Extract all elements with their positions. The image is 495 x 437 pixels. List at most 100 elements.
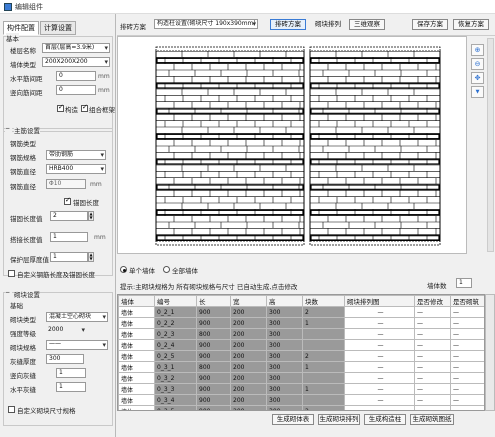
table-cell[interactable]: — xyxy=(450,394,484,406)
custom-rebar-checkbox[interactable] xyxy=(8,270,15,277)
custom-block-checkbox[interactable] xyxy=(8,406,15,413)
combo-frame-checkbox[interactable] xyxy=(81,103,88,112)
rebar-type-select[interactable]: 带肋钢筋 xyxy=(46,150,106,160)
table-cell[interactable]: — xyxy=(414,383,451,395)
restore-scheme-button[interactable]: 恢复方案 xyxy=(453,19,489,30)
table-cell: 300 xyxy=(266,306,303,318)
table-row[interactable]: 墙体 0_2_3 800 200 300— — — xyxy=(118,328,484,340)
save-scheme-button[interactable]: 保存方案 xyxy=(412,19,448,30)
v-spacing-input[interactable]: 0 xyxy=(56,85,96,95)
table-cell[interactable]: — xyxy=(414,350,451,362)
table-cell[interactable]: — xyxy=(450,372,484,384)
arrange-button[interactable]: 排砖方案 xyxy=(270,19,306,30)
cover-spinner[interactable]: ▲ ▼ xyxy=(88,252,94,262)
table-cell[interactable]: — xyxy=(450,383,484,395)
table-cell: 300 xyxy=(266,383,303,395)
block-type-label: 砌块类型 xyxy=(10,316,36,324)
block-collapse-icon[interactable]: − xyxy=(5,289,12,296)
table-scrollbar[interactable] xyxy=(485,294,495,411)
column-header[interactable]: 编号 xyxy=(154,295,197,307)
pan-icon[interactable]: ✥ xyxy=(471,72,484,84)
down-arrow-icon[interactable]: ▼ xyxy=(471,86,484,98)
table-cell: 200 xyxy=(230,372,267,384)
table-cell[interactable]: — xyxy=(414,306,451,318)
single-wall-label: 单个墙体 xyxy=(129,267,155,275)
table-cell[interactable]: — xyxy=(450,328,484,340)
table-row[interactable]: 墙体 0_2_1 900 200 300 2— — — xyxy=(118,306,484,318)
table-row[interactable]: 墙体 0_2_4 900 200 300— — — xyxy=(118,339,484,351)
anchor-len-input[interactable]: 2 xyxy=(50,211,88,221)
lap-len-input[interactable]: 1 xyxy=(50,232,88,242)
table-cell: 300 xyxy=(266,350,303,362)
column-header[interactable]: 宽 xyxy=(230,295,267,307)
tab-calc[interactable]: 计算设置 xyxy=(40,21,76,35)
canvas-scrollbar[interactable] xyxy=(487,38,494,252)
block-spec-label: 砌块规格 xyxy=(10,344,36,352)
h-joint-input[interactable]: 1 xyxy=(56,382,86,392)
table-cell[interactable]: — xyxy=(414,372,451,384)
construct-checkbox[interactable] xyxy=(57,103,64,112)
table-cell[interactable]: — xyxy=(414,339,451,351)
table-row[interactable]: 墙体 0_2_5 900 200 300 2— — — xyxy=(118,350,484,362)
table-cell[interactable]: — xyxy=(450,361,484,373)
column-header[interactable]: 长 xyxy=(196,295,231,307)
generate-table-button[interactable]: 生成砌体表 xyxy=(272,414,314,425)
table-cell[interactable]: — xyxy=(450,350,484,362)
h-spacing-input[interactable]: 0 xyxy=(56,71,96,81)
table-cell[interactable]: — xyxy=(414,394,451,406)
v-joint-input[interactable]: 1 xyxy=(56,368,86,378)
column-header[interactable]: 墙体 xyxy=(118,295,155,307)
block-spec-select[interactable]: 一一 xyxy=(46,340,108,350)
table-row[interactable]: 墙体 0_3_1 800 200 300 1— — — xyxy=(118,361,484,373)
table-cell: 墙体 xyxy=(118,328,155,340)
rebar-diameter-input[interactable]: Φ10 xyxy=(46,179,86,189)
table-row[interactable]: 墙体 0_3_4 900 200 300— — — xyxy=(118,394,484,406)
anchor-len-spinner[interactable]: ▲ ▼ xyxy=(88,211,94,221)
lap-len-unit: mm xyxy=(94,234,106,241)
column-header[interactable]: 是否砌筑 xyxy=(450,295,484,307)
basic-section-title: 基本 xyxy=(6,33,19,43)
table-row[interactable]: 墙体 0_2_2 900 200 300 1— — — xyxy=(118,317,484,329)
table-cell: 900 xyxy=(196,339,231,351)
app-icon xyxy=(4,3,12,11)
3d-view-button[interactable]: 三维观察 xyxy=(349,19,385,30)
all-walls-radio[interactable] xyxy=(163,266,170,273)
generate-column-button[interactable]: 生成构造柱 xyxy=(364,414,406,425)
table-cell: 墙体 xyxy=(118,372,155,384)
rebar-collapse-icon[interactable]: − xyxy=(5,125,12,132)
table-cell[interactable]: — xyxy=(414,361,451,373)
left-wall-base xyxy=(155,240,305,246)
table-cell: 0_3_2 xyxy=(154,372,197,384)
joint-input[interactable]: 300 xyxy=(46,354,84,364)
table-cell[interactable]: — xyxy=(414,317,451,329)
table-row[interactable]: 墙体 0_3_3 900 200 300 1— — — xyxy=(118,383,484,395)
block-type-select[interactable]: 混凝土空心砌块 xyxy=(46,312,108,322)
rebar-spec-select[interactable]: HRB400 xyxy=(46,164,106,174)
table-cell[interactable]: — xyxy=(450,317,484,329)
generate-layout-button[interactable]: 生成砌块排列 xyxy=(318,414,360,425)
wall-layout-canvas[interactable] xyxy=(117,36,467,254)
anchor-checkbox[interactable] xyxy=(64,196,71,205)
strength-select[interactable]: 2000 xyxy=(46,326,86,336)
single-wall-radio[interactable] xyxy=(120,266,127,273)
column-header[interactable]: 块数 xyxy=(302,295,345,307)
zoom-out-icon[interactable]: ⊖ xyxy=(471,58,484,70)
table-cell[interactable]: — xyxy=(450,306,484,318)
table-cell: 900 xyxy=(196,350,231,362)
column-header[interactable]: 是否修改 xyxy=(414,295,451,307)
table-cell[interactable]: — xyxy=(450,339,484,351)
table-cell: 0_2_4 xyxy=(154,339,197,351)
view-select[interactable]: 构造柱设置(砌块尺寸 190x390mm) xyxy=(154,19,258,29)
fix-button[interactable]: 砌块排列 xyxy=(310,19,346,30)
wall-type-select[interactable]: 200X200X200 xyxy=(42,57,110,67)
table-cell[interactable]: — xyxy=(414,328,451,340)
table-row[interactable]: 墙体 0_3_2 900 200 300— — — xyxy=(118,372,484,384)
wall-count-input[interactable]: 1 xyxy=(456,278,472,288)
column-header[interactable]: 砌块排列图 xyxy=(344,295,415,307)
cover-input[interactable]: 1 xyxy=(50,252,88,262)
floor-select[interactable]: 首层(层高=3.9米) xyxy=(42,43,110,53)
generate-drawing-button[interactable]: 生成砌筑图纸 xyxy=(410,414,454,425)
h-joint-label: 水平灰缝 xyxy=(10,386,36,394)
zoom-in-icon[interactable]: ⊕ xyxy=(471,44,484,56)
column-header[interactable]: 高 xyxy=(266,295,303,307)
